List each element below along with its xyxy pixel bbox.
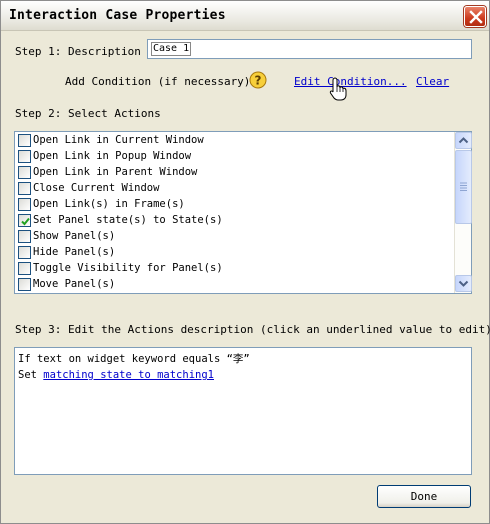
hand-pointer-cursor-icon: [329, 77, 347, 101]
action-label: Open Link in Popup Window: [33, 150, 192, 162]
actions-list[interactable]: Open Link in Current Window Open Link in …: [14, 131, 472, 294]
action-label: Open Link in Current Window: [33, 134, 204, 146]
step2-label: Step 2: Select Actions: [15, 107, 161, 120]
action-checkbox[interactable]: [18, 166, 31, 179]
add-condition-label: Add Condition (if necessary): [65, 75, 251, 88]
action-checkbox[interactable]: [18, 134, 31, 147]
action-checkbox[interactable]: [18, 150, 31, 163]
action-label: Move Panel(s): [33, 278, 116, 290]
action-label: Toggle Visibility for Panel(s): [33, 262, 223, 274]
action-prefix-text: Set: [18, 369, 44, 381]
action-label: Show Panel(s): [33, 230, 116, 242]
action-label: Open Link(s) in Frame(s): [33, 198, 185, 210]
action-item[interactable]: Open Link in Popup Window: [15, 148, 453, 164]
action-label: Close Current Window: [33, 182, 160, 194]
action-item[interactable]: Toggle Visibility for Panel(s): [15, 260, 453, 276]
action-checkbox[interactable]: [18, 230, 31, 243]
close-button[interactable]: [464, 6, 486, 27]
scroll-thumb[interactable]: [455, 150, 472, 224]
action-label: Set Panel state(s) to State(s): [33, 214, 223, 226]
action-item[interactable]: Hide Panel(s): [15, 244, 453, 260]
action-checkbox[interactable]: [18, 278, 31, 291]
scroll-down-button[interactable]: [455, 275, 472, 292]
svg-text:?: ?: [255, 74, 262, 88]
done-button[interactable]: Done: [377, 485, 471, 508]
action-item[interactable]: Open Link in Current Window: [15, 132, 453, 148]
action-label: Hide Panel(s): [33, 246, 116, 258]
actions-description-box[interactable]: If text on widget keyword equals “李” Set…: [14, 347, 472, 475]
panel-state-link[interactable]: matching state to matching1: [43, 369, 214, 381]
action-checkbox[interactable]: [18, 214, 31, 227]
action-label: Open Link in Parent Window: [33, 166, 198, 178]
step3-label: Step 3: Edit the Actions description (cl…: [15, 323, 490, 336]
window-title: Interaction Case Properties: [9, 8, 226, 23]
dialog-window: Interaction Case Properties Step 1: Desc…: [0, 0, 490, 524]
actions-scrollbar[interactable]: [454, 132, 472, 293]
condition-description-line: If text on widget keyword equals “李”: [18, 353, 250, 365]
action-item[interactable]: Show Panel(s): [15, 228, 453, 244]
action-item[interactable]: Open Link(s) in Frame(s): [15, 196, 453, 212]
action-checkbox[interactable]: [18, 198, 31, 211]
step1-label: Step 1: Description: [15, 45, 141, 58]
action-item[interactable]: Set Panel state(s) to State(s): [15, 212, 453, 228]
title-bar[interactable]: Interaction Case Properties: [1, 1, 489, 31]
checkmark-icon: [21, 217, 30, 226]
scroll-up-arrow-icon: [458, 137, 469, 144]
edit-condition-link[interactable]: Edit Condition...: [294, 75, 407, 88]
close-icon: [469, 10, 483, 24]
scroll-up-button[interactable]: [455, 132, 472, 149]
action-checkbox[interactable]: [18, 262, 31, 275]
action-item[interactable]: Move Panel(s): [15, 276, 453, 292]
description-input[interactable]: Case 1: [147, 39, 472, 59]
action-description-line: Set matching state to matching1: [18, 367, 468, 383]
action-checkbox[interactable]: [18, 182, 31, 195]
scroll-down-arrow-icon: [458, 280, 469, 287]
action-item[interactable]: Close Current Window: [15, 180, 453, 196]
grip-icon: [460, 182, 467, 191]
help-question-icon[interactable]: ?: [249, 71, 267, 89]
clear-condition-link[interactable]: Clear: [416, 75, 449, 88]
action-checkbox[interactable]: [18, 246, 31, 259]
description-value: Case 1: [151, 42, 192, 56]
action-item[interactable]: Open Link in Parent Window: [15, 164, 453, 180]
